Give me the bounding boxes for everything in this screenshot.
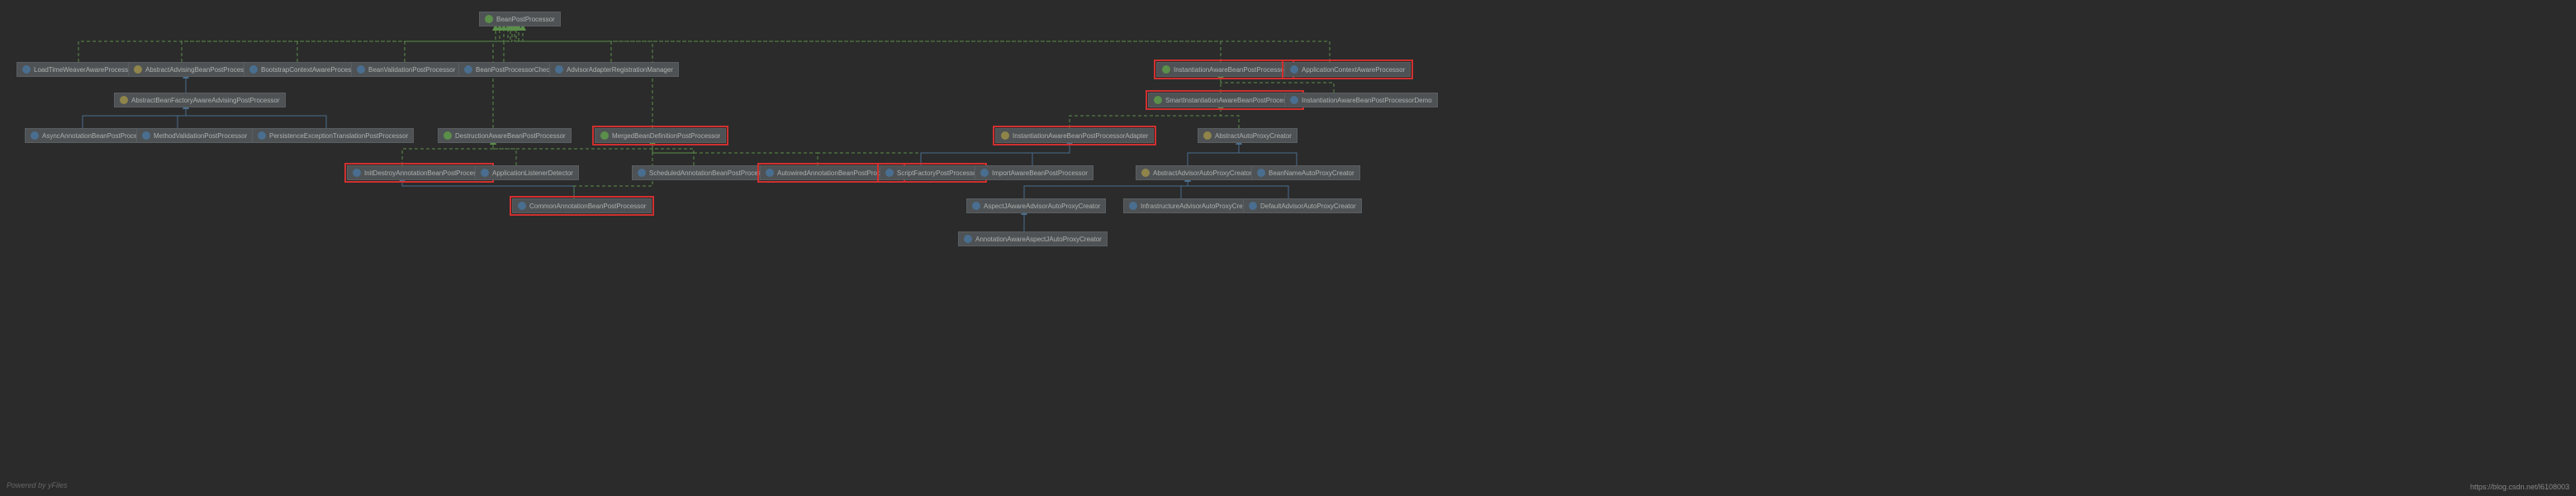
- interface-icon: [485, 15, 493, 23]
- powered-by: Powered by yFiles: [7, 481, 68, 489]
- node-script-factory[interactable]: ScriptFactoryPostProcessor: [880, 165, 984, 180]
- class-icon: [1257, 169, 1265, 177]
- abstract-icon: [120, 96, 128, 104]
- class-icon: [1290, 96, 1298, 104]
- abstract-icon: [1203, 131, 1212, 140]
- node-instantiation-aware[interactable]: InstantiationAwareBeanPostProcessor: [1156, 62, 1292, 77]
- class-icon: [638, 169, 646, 177]
- class-icon: [464, 65, 472, 74]
- watermark-url: https://blog.csdn.net/l6108003: [2470, 483, 2569, 491]
- node-label: AsyncAnnotationBeanPostProcessor: [42, 132, 150, 140]
- node-label: BeanPostProcessorChecker: [476, 66, 559, 74]
- node-abstract-advisor-autoproxy[interactable]: AbstractAdvisorAutoProxyCreator: [1136, 165, 1258, 180]
- node-bean-post-processor[interactable]: BeanPostProcessor: [479, 12, 561, 26]
- class-icon: [1129, 202, 1137, 210]
- node-abstract-beanfactory-advising[interactable]: AbstractBeanFactoryAwareAdvisingPostProc…: [114, 93, 286, 107]
- node-init-destroy[interactable]: InitDestroyAnnotationBeanPostProcessor: [347, 165, 491, 180]
- node-instantiation-adapter[interactable]: InstantiationAwareBeanPostProcessorAdapt…: [995, 128, 1154, 143]
- node-label: CommonAnnotationBeanPostProcessor: [529, 203, 646, 210]
- node-merged-bean-def[interactable]: MergedBeanDefinitionPostProcessor: [595, 128, 726, 143]
- node-label: InitDestroyAnnotationBeanPostProcessor: [364, 169, 486, 177]
- node-label: DefaultAdvisorAutoProxyCreator: [1260, 203, 1356, 210]
- class-icon: [964, 235, 972, 243]
- node-label: AspectJAwareAdvisorAutoProxyCreator: [984, 203, 1100, 210]
- node-smart-instantiation[interactable]: SmartInstantiationAwareBeanPostProcessor: [1148, 93, 1302, 107]
- node-label: AbstractAdvisorAutoProxyCreator: [1153, 169, 1252, 177]
- class-icon: [249, 65, 258, 74]
- node-instantiation-demo[interactable]: InstantiationAwareBeanPostProcessorDemo: [1284, 93, 1438, 107]
- class-icon: [22, 65, 31, 74]
- node-abstract-advising[interactable]: AbstractAdvisingBeanPostProcessor: [128, 62, 259, 77]
- node-infrastructure-advisor[interactable]: InfrastructureAdvisorAutoProxyCreator: [1123, 198, 1260, 213]
- node-common-annotation[interactable]: CommonAnnotationBeanPostProcessor: [512, 198, 652, 213]
- class-icon: [1249, 202, 1257, 210]
- node-label: SmartInstantiationAwareBeanPostProcessor: [1165, 97, 1296, 104]
- node-label: PersistenceExceptionTranslationPostProce…: [269, 132, 408, 140]
- node-label: AnnotationAwareAspectJAutoProxyCreator: [975, 236, 1102, 243]
- interface-icon: [444, 131, 452, 140]
- node-import-aware[interactable]: ImportAwareBeanPostProcessor: [975, 165, 1093, 180]
- class-icon: [31, 131, 39, 140]
- node-aspectj-aware[interactable]: AspectJAwareAdvisorAutoProxyCreator: [966, 198, 1106, 213]
- interface-icon: [1162, 65, 1170, 74]
- node-label: MergedBeanDefinitionPostProcessor: [612, 132, 720, 140]
- interface-icon: [600, 131, 609, 140]
- node-app-listener-detector[interactable]: ApplicationListenerDetector: [475, 165, 579, 180]
- node-advisor-adapter[interactable]: AdvisorAdapterRegistrationManager: [549, 62, 679, 77]
- node-label: LoadTimeWeaverAwareProcessor: [34, 66, 134, 74]
- node-bean-validation[interactable]: BeanValidationPostProcessor: [351, 62, 461, 77]
- node-label: AdvisorAdapterRegistrationManager: [567, 66, 673, 74]
- class-icon: [766, 169, 774, 177]
- node-label: BeanValidationPostProcessor: [368, 66, 455, 74]
- node-abstract-autoproxy[interactable]: AbstractAutoProxyCreator: [1198, 128, 1297, 143]
- node-annotation-aware-aspectj[interactable]: AnnotationAwareAspectJAutoProxyCreator: [958, 231, 1108, 246]
- node-label: InstantiationAwareBeanPostProcessor: [1174, 66, 1286, 74]
- class-icon: [980, 169, 989, 177]
- class-icon: [972, 202, 980, 210]
- node-bootstrap-context[interactable]: BootstrapContextAwareProcessor: [244, 62, 366, 77]
- node-label: MethodValidationPostProcessor: [154, 132, 247, 140]
- class-icon: [357, 65, 365, 74]
- node-label: AbstractBeanFactoryAwareAdvisingPostProc…: [131, 97, 280, 104]
- abstract-icon: [134, 65, 142, 74]
- node-beanname-autoproxy[interactable]: BeanNameAutoProxyCreator: [1251, 165, 1360, 180]
- class-icon: [481, 169, 489, 177]
- node-persistence-exception[interactable]: PersistenceExceptionTranslationPostProce…: [252, 128, 414, 143]
- node-default-advisor[interactable]: DefaultAdvisorAutoProxyCreator: [1243, 198, 1362, 213]
- interface-icon: [1154, 96, 1162, 104]
- node-label: BootstrapContextAwareProcessor: [261, 66, 360, 74]
- class-icon: [555, 65, 563, 74]
- node-app-context-aware[interactable]: ApplicationContextAwareProcessor: [1284, 62, 1411, 77]
- node-label: DestructionAwareBeanPostProcessor: [455, 132, 566, 140]
- node-label: AbstractAdvisingBeanPostProcessor: [145, 66, 253, 74]
- node-label: ApplicationContextAwareProcessor: [1302, 66, 1405, 74]
- class-icon: [518, 202, 526, 210]
- class-icon: [258, 131, 266, 140]
- node-loadtimeweaver[interactable]: LoadTimeWeaverAwareProcessor: [17, 62, 140, 77]
- node-label: AbstractAutoProxyCreator: [1215, 132, 1292, 140]
- node-label: BeanPostProcessor: [496, 16, 555, 23]
- node-label: BeanNameAutoProxyCreator: [1269, 169, 1354, 177]
- node-label: ScriptFactoryPostProcessor: [897, 169, 979, 177]
- node-label: ApplicationListenerDetector: [492, 169, 573, 177]
- class-icon: [1290, 65, 1298, 74]
- class-icon: [142, 131, 150, 140]
- node-label: ScheduledAnnotationBeanPostProcessor: [649, 169, 771, 177]
- node-label: InstantiationAwareBeanPostProcessorDemo: [1302, 97, 1432, 104]
- abstract-icon: [1141, 169, 1150, 177]
- node-method-validation[interactable]: MethodValidationPostProcessor: [136, 128, 253, 143]
- node-label: InfrastructureAdvisorAutoProxyCreator: [1141, 203, 1254, 210]
- node-destruction-aware[interactable]: DestructionAwareBeanPostProcessor: [438, 128, 572, 143]
- node-label: InstantiationAwareBeanPostProcessorAdapt…: [1013, 132, 1148, 140]
- node-scheduled-annotation[interactable]: ScheduledAnnotationBeanPostProcessor: [632, 165, 776, 180]
- abstract-icon: [1001, 131, 1009, 140]
- class-icon: [353, 169, 361, 177]
- node-label: AutowiredAnnotationBeanPostProcessor: [777, 169, 897, 177]
- class-icon: [885, 169, 894, 177]
- node-label: ImportAwareBeanPostProcessor: [992, 169, 1088, 177]
